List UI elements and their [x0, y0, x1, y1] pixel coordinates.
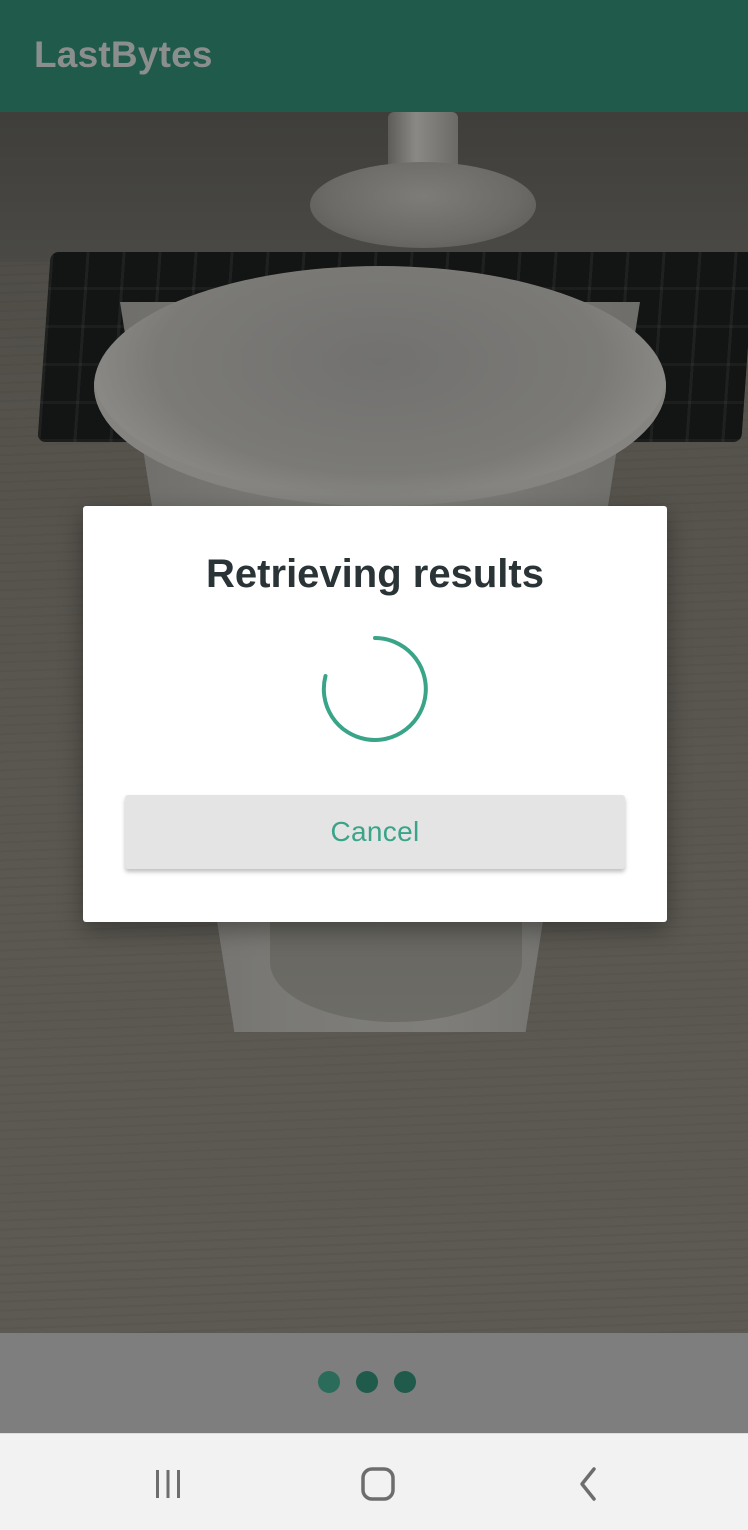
back-icon: [580, 1467, 596, 1501]
page-indicator: [318, 1371, 416, 1393]
screen: LastBytes Retrieving results Cancel: [0, 0, 748, 1530]
page-dot-1[interactable]: [318, 1371, 340, 1393]
dialog-title: Retrieving results: [206, 552, 544, 596]
cancel-button[interactable]: Cancel: [125, 795, 625, 869]
app-bar: LastBytes: [0, 0, 748, 112]
system-navigation-bar: [0, 1433, 748, 1530]
back-button[interactable]: [558, 1462, 618, 1506]
app-title: LastBytes: [34, 34, 213, 75]
loading-dialog: Retrieving results Cancel: [83, 506, 667, 922]
home-icon: [361, 1467, 395, 1501]
lamp-base: [310, 162, 536, 248]
loading-spinner-icon: [321, 636, 428, 742]
page-dot-2[interactable]: [356, 1371, 378, 1393]
home-button[interactable]: [348, 1462, 408, 1506]
paper-cup-rim: [94, 266, 666, 506]
page-dot-3[interactable]: [394, 1371, 416, 1393]
recent-apps-button[interactable]: [138, 1462, 198, 1506]
recent-apps-icon: [156, 1470, 180, 1498]
